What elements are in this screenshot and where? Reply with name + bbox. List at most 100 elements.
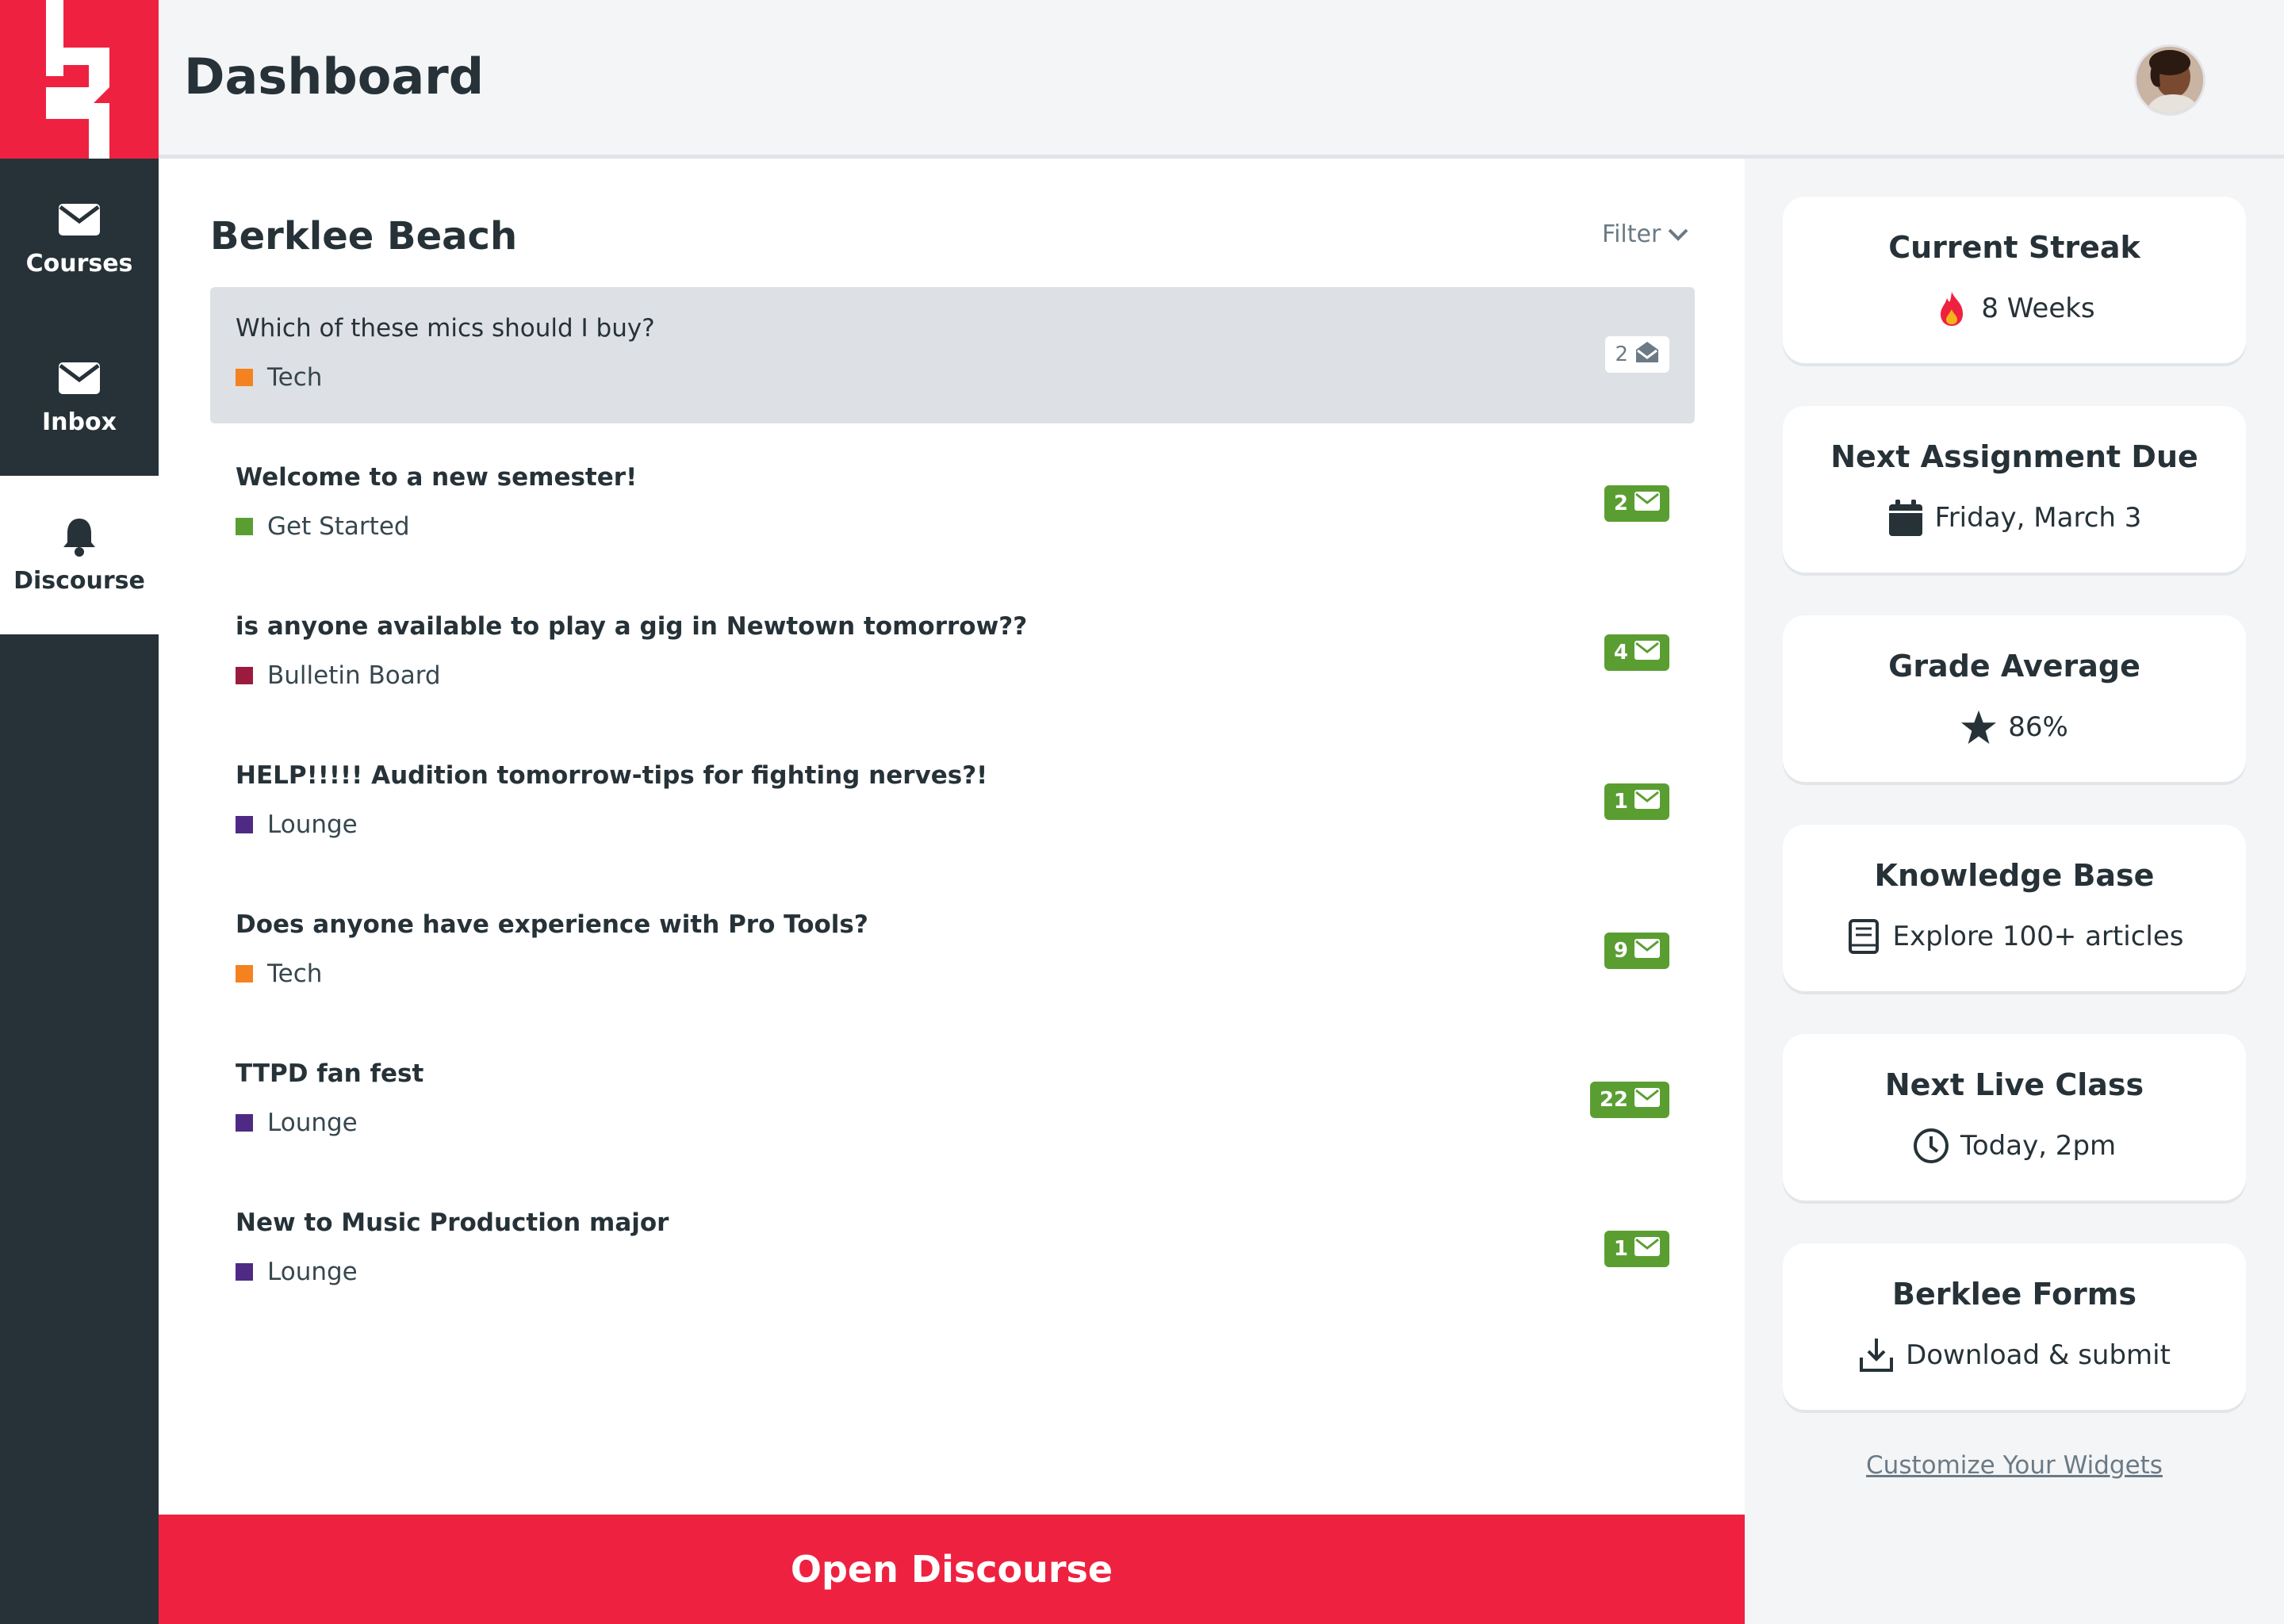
clock-icon: [1913, 1128, 1949, 1164]
widget-value: 8 Weeks: [1981, 293, 2095, 324]
widget-title: Berklee Forms: [1891, 1277, 2137, 1312]
header: Dashboard: [159, 0, 2284, 159]
widget-value: 86%: [2008, 711, 2068, 743]
reply-count-badge[interactable]: 2: [1605, 336, 1669, 373]
widget-value-row: Today, 2pm: [1783, 1128, 2246, 1164]
list-item[interactable]: is anyone available to play a gig in New…: [210, 585, 1695, 722]
topic-category[interactable]: Bulletin Board: [236, 661, 441, 690]
widget-value: Explore 100+ articles: [1892, 921, 2184, 952]
avatar[interactable]: [2134, 44, 2205, 116]
envelope-icon: [1634, 938, 1660, 963]
topic-category[interactable]: Lounge: [236, 810, 358, 839]
list-item[interactable]: Welcome to a new semester! Get Started 2: [210, 436, 1695, 573]
category-swatch: [236, 1263, 253, 1281]
category-swatch: [236, 816, 253, 833]
sidebar: Courses Inbox Discourse: [0, 0, 159, 1624]
widget-current-streak[interactable]: Current Streak 8 Weeks: [1783, 197, 2246, 363]
discourse-panel: Berklee Beach Filter Which of these mics…: [159, 159, 1745, 1624]
category-label: Tech: [267, 363, 323, 392]
reply-count: 2: [1615, 343, 1628, 366]
sidebar-item-inbox[interactable]: Inbox: [0, 317, 159, 476]
reply-count-badge[interactable]: 2: [1604, 485, 1669, 522]
filter-dropdown[interactable]: Filter: [1602, 220, 1689, 248]
category-swatch: [236, 369, 253, 386]
list-item[interactable]: HELP!!!!! Audition tomorrow-tips for fig…: [210, 734, 1695, 871]
list-item[interactable]: Which of these mics should I buy? Tech 2: [210, 287, 1695, 423]
topic-category[interactable]: Lounge: [236, 1109, 358, 1137]
reply-count: 1: [1613, 790, 1628, 814]
topic-title[interactable]: Does anyone have experience with Pro Too…: [236, 910, 868, 939]
topic-category[interactable]: Get Started: [236, 512, 410, 541]
widget-value-row: 86%: [1783, 709, 2246, 745]
reply-count-badge[interactable]: 1: [1604, 1231, 1669, 1267]
app-root: Courses Inbox Discourse Dashboard Berkle…: [0, 0, 2284, 1624]
sidebar-item-discourse[interactable]: Discourse: [0, 476, 159, 634]
widget-grade-average[interactable]: Grade Average 86%: [1783, 615, 2246, 782]
envelope-icon: [1634, 1087, 1660, 1113]
category-label: Get Started: [267, 512, 410, 541]
sidebar-item-courses[interactable]: Courses: [0, 159, 159, 317]
widget-berklee-forms[interactable]: Berklee Forms Download & submit: [1783, 1243, 2246, 1410]
page-title: Dashboard: [184, 48, 485, 105]
star-icon: [1960, 709, 1997, 745]
category-swatch: [236, 1114, 253, 1132]
customize-widgets-link[interactable]: Customize Your Widgets: [1783, 1451, 2246, 1480]
list-item[interactable]: Does anyone have experience with Pro Too…: [210, 883, 1695, 1020]
widget-next-assignment[interactable]: Next Assignment Due Friday, March 3: [1783, 406, 2246, 573]
sidebar-item-label: Discourse: [13, 566, 145, 595]
list-item[interactable]: New to Music Production major Lounge 1: [210, 1182, 1695, 1318]
berklee-logo[interactable]: [0, 0, 159, 159]
envelope-icon: [1634, 491, 1660, 516]
widget-title: Knowledge Base: [1874, 858, 2155, 893]
reply-count-badge[interactable]: 22: [1589, 1082, 1669, 1118]
fire-icon: [1933, 290, 1970, 327]
widget-next-live-class[interactable]: Next Live Class Today, 2pm: [1783, 1034, 2246, 1201]
widget-value-row: Friday, March 3: [1783, 500, 2246, 536]
widget-title: Current Streak: [1888, 230, 2140, 265]
widget-value-row: Download & submit: [1783, 1337, 2246, 1373]
open-discourse-button[interactable]: Open Discourse: [159, 1515, 1745, 1624]
widget-value: Download & submit: [1906, 1339, 2171, 1371]
widget-value-row: 8 Weeks: [1783, 290, 2246, 327]
reply-count-badge[interactable]: 9: [1604, 933, 1669, 969]
topic-title[interactable]: HELP!!!!! Audition tomorrow-tips for fig…: [236, 761, 987, 790]
envelope-open-icon: [1634, 340, 1660, 370]
widget-value: Today, 2pm: [1960, 1130, 2117, 1162]
category-label: Bulletin Board: [267, 661, 441, 690]
topic-category[interactable]: Tech: [236, 363, 322, 392]
topic-category[interactable]: Lounge: [236, 1258, 358, 1286]
sidebar-item-label: Courses: [25, 249, 133, 278]
chevron-down-icon: [1667, 220, 1689, 248]
list-item[interactable]: TTPD fan fest Lounge 22: [210, 1032, 1695, 1169]
category-label: Lounge: [267, 810, 358, 839]
reply-count-badge[interactable]: 4: [1604, 634, 1669, 671]
widget-value-row: Explore 100+ articles: [1783, 918, 2246, 955]
envelope-icon: [59, 358, 100, 399]
widget-title: Next Assignment Due: [1830, 439, 2198, 474]
category-swatch: [236, 518, 253, 535]
topic-list: Which of these mics should I buy? Tech 2…: [210, 287, 1695, 1331]
topic-title[interactable]: Which of these mics should I buy?: [236, 314, 655, 343]
topic-title[interactable]: is anyone available to play a gig in New…: [236, 612, 1027, 641]
reply-count: 4: [1613, 641, 1628, 665]
topic-category[interactable]: Tech: [236, 959, 322, 988]
category-swatch: [236, 667, 253, 684]
widget-value: Friday, March 3: [1934, 502, 2142, 534]
reply-count: 9: [1613, 939, 1628, 963]
envelope-icon: [1634, 789, 1660, 814]
reply-count: 2: [1613, 492, 1628, 515]
topic-title[interactable]: Welcome to a new semester!: [236, 463, 637, 492]
widget-title: Next Live Class: [1884, 1067, 2144, 1102]
widget-column: Current Streak 8 Weeks Next Assignment D…: [1783, 197, 2246, 1453]
reply-count-badge[interactable]: 1: [1604, 783, 1669, 820]
envelope-icon: [1634, 1236, 1660, 1262]
widget-knowledge-base[interactable]: Knowledge Base Explore 100+ articles: [1783, 825, 2246, 991]
berklee-logo-icon: [46, 0, 109, 159]
reply-count: 1: [1613, 1237, 1628, 1261]
reply-count: 22: [1599, 1088, 1628, 1112]
category-swatch: [236, 965, 253, 982]
filter-label: Filter: [1602, 220, 1661, 248]
topic-title[interactable]: TTPD fan fest: [236, 1059, 423, 1088]
category-label: Lounge: [267, 1258, 358, 1286]
topic-title[interactable]: New to Music Production major: [236, 1208, 669, 1237]
